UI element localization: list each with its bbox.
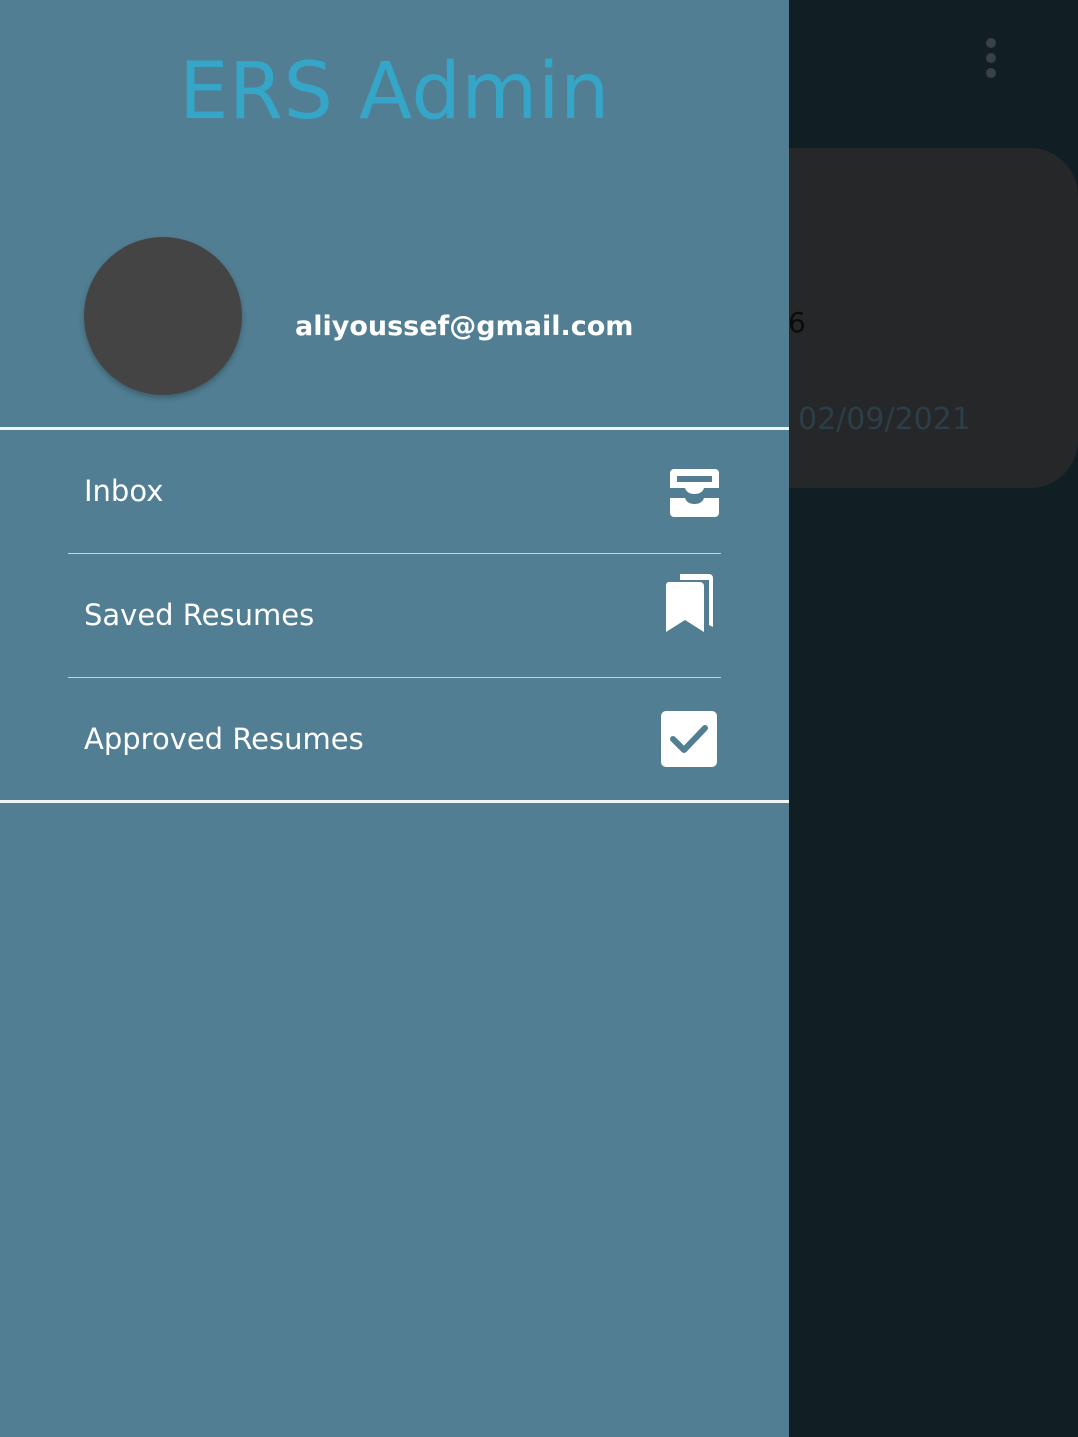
checkbox-checked-icon: [661, 711, 717, 767]
drawer-item-label: Approved Resumes: [84, 722, 364, 756]
resume-card-date: 02/09/2021: [798, 402, 971, 437]
avatar[interactable]: [84, 237, 242, 395]
drawer-title: ERS Admin: [179, 47, 610, 137]
drawer-item-label: Inbox: [84, 474, 164, 508]
inbox-tray-icon: [670, 469, 719, 517]
user-email: aliyoussef@gmail.com: [295, 311, 634, 342]
drawer-item-inbox[interactable]: Inbox: [0, 430, 789, 554]
more-vert-icon[interactable]: [982, 36, 1000, 82]
drawer-menu-divider: [0, 800, 789, 803]
drawer-item-approved-resumes[interactable]: Approved Resumes: [0, 678, 789, 802]
bookmarks-icon: [665, 574, 713, 632]
resume-card-count: 6: [788, 306, 806, 339]
drawer-item-label: Saved Resumes: [84, 598, 315, 632]
navigation-drawer: ERS Admin aliyoussef@gmail.com Inbox Sav…: [0, 0, 789, 1437]
drawer-item-saved-resumes[interactable]: Saved Resumes: [0, 554, 789, 678]
